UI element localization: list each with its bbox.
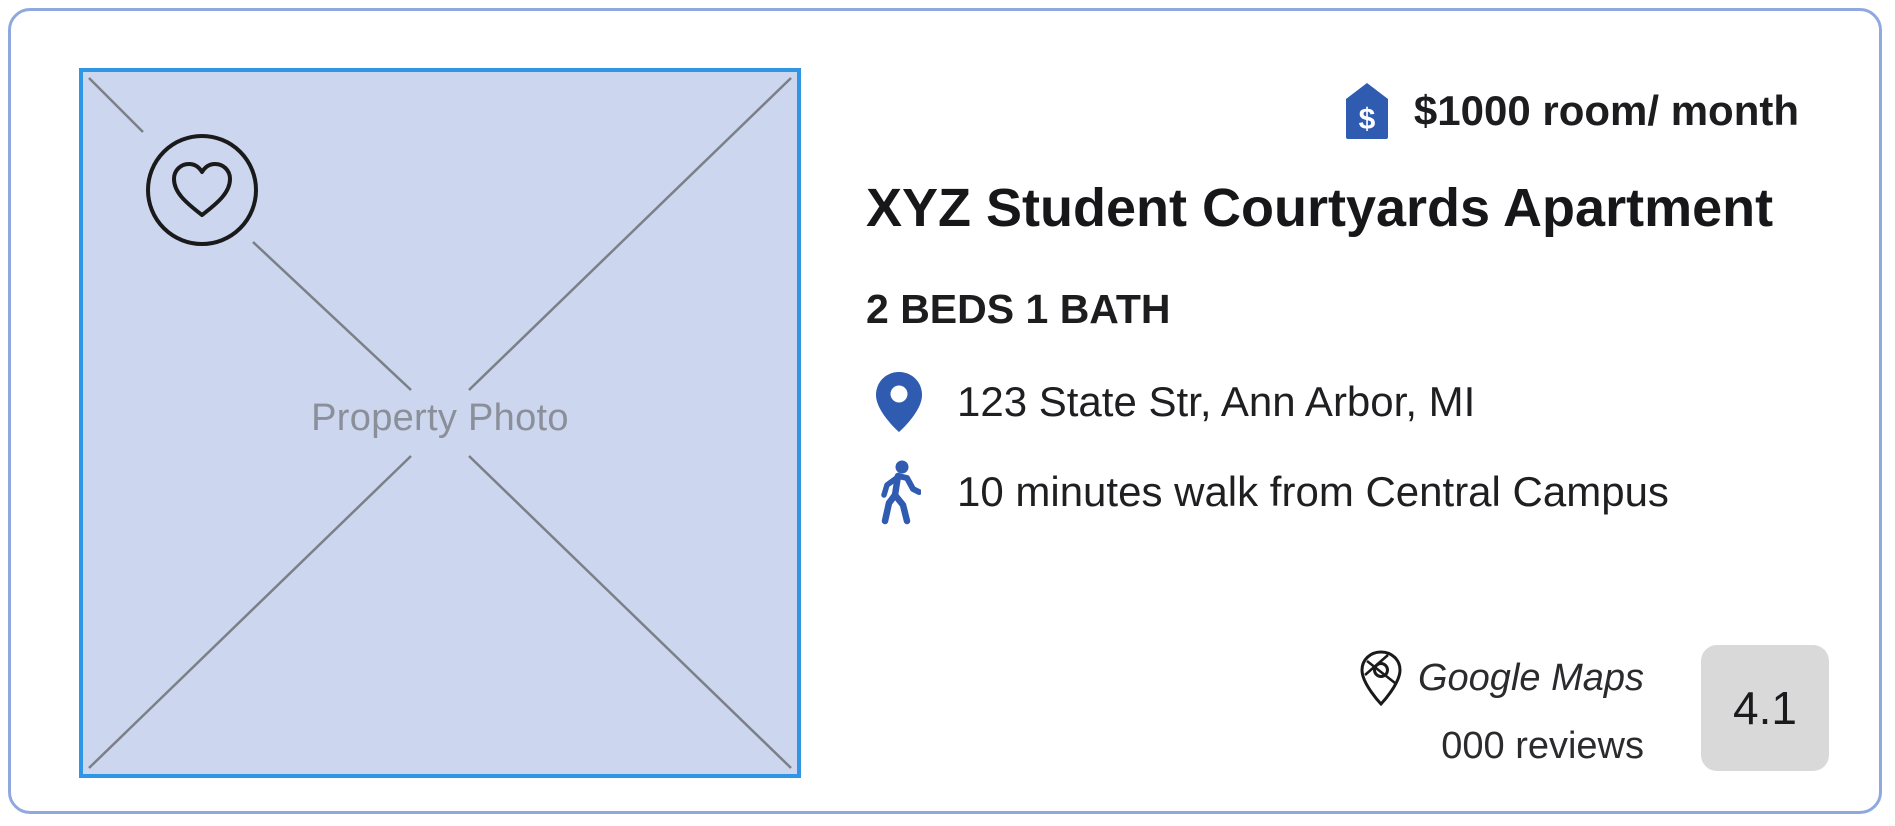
review-count-label[interactable]: 000 reviews bbox=[1358, 725, 1644, 768]
price-row: $ $1000 room/ month bbox=[1344, 81, 1799, 141]
map-pin-icon bbox=[1360, 650, 1402, 707]
walking-person-icon bbox=[871, 459, 927, 525]
svg-text:$: $ bbox=[1359, 103, 1376, 136]
photo-placeholder-label: Property Photo bbox=[311, 397, 569, 439]
price-label: $1000 room/ month bbox=[1413, 87, 1799, 134]
walk-distance-row: 10 minutes walk from Central Campus bbox=[871, 459, 1669, 525]
address-row: 123 State Str, Ann Arbor, MI bbox=[871, 369, 1475, 435]
review-source-label: Google Maps bbox=[1417, 656, 1644, 699]
heart-icon bbox=[146, 134, 258, 246]
address-label: 123 State Str, Ann Arbor, MI bbox=[957, 378, 1476, 425]
walk-distance-label: 10 minutes walk from Central Campus bbox=[957, 468, 1669, 515]
location-pin-icon bbox=[871, 369, 927, 435]
dollar-tag-icon: $ bbox=[1344, 81, 1390, 141]
rating-badge: 4.1 bbox=[1701, 645, 1829, 771]
reviews-block[interactable]: Google Maps 000 reviews bbox=[1358, 649, 1644, 768]
favorite-button[interactable] bbox=[143, 131, 261, 249]
property-photo[interactable]: Property Photo bbox=[79, 68, 801, 778]
beds-baths-label: 2 BEDS 1 BATH bbox=[866, 286, 1171, 332]
listing-card[interactable]: Property Photo $ $1000 room/ month XYZ S… bbox=[8, 8, 1882, 814]
listing-title[interactable]: XYZ Student Courtyards Apartment bbox=[866, 177, 1773, 239]
